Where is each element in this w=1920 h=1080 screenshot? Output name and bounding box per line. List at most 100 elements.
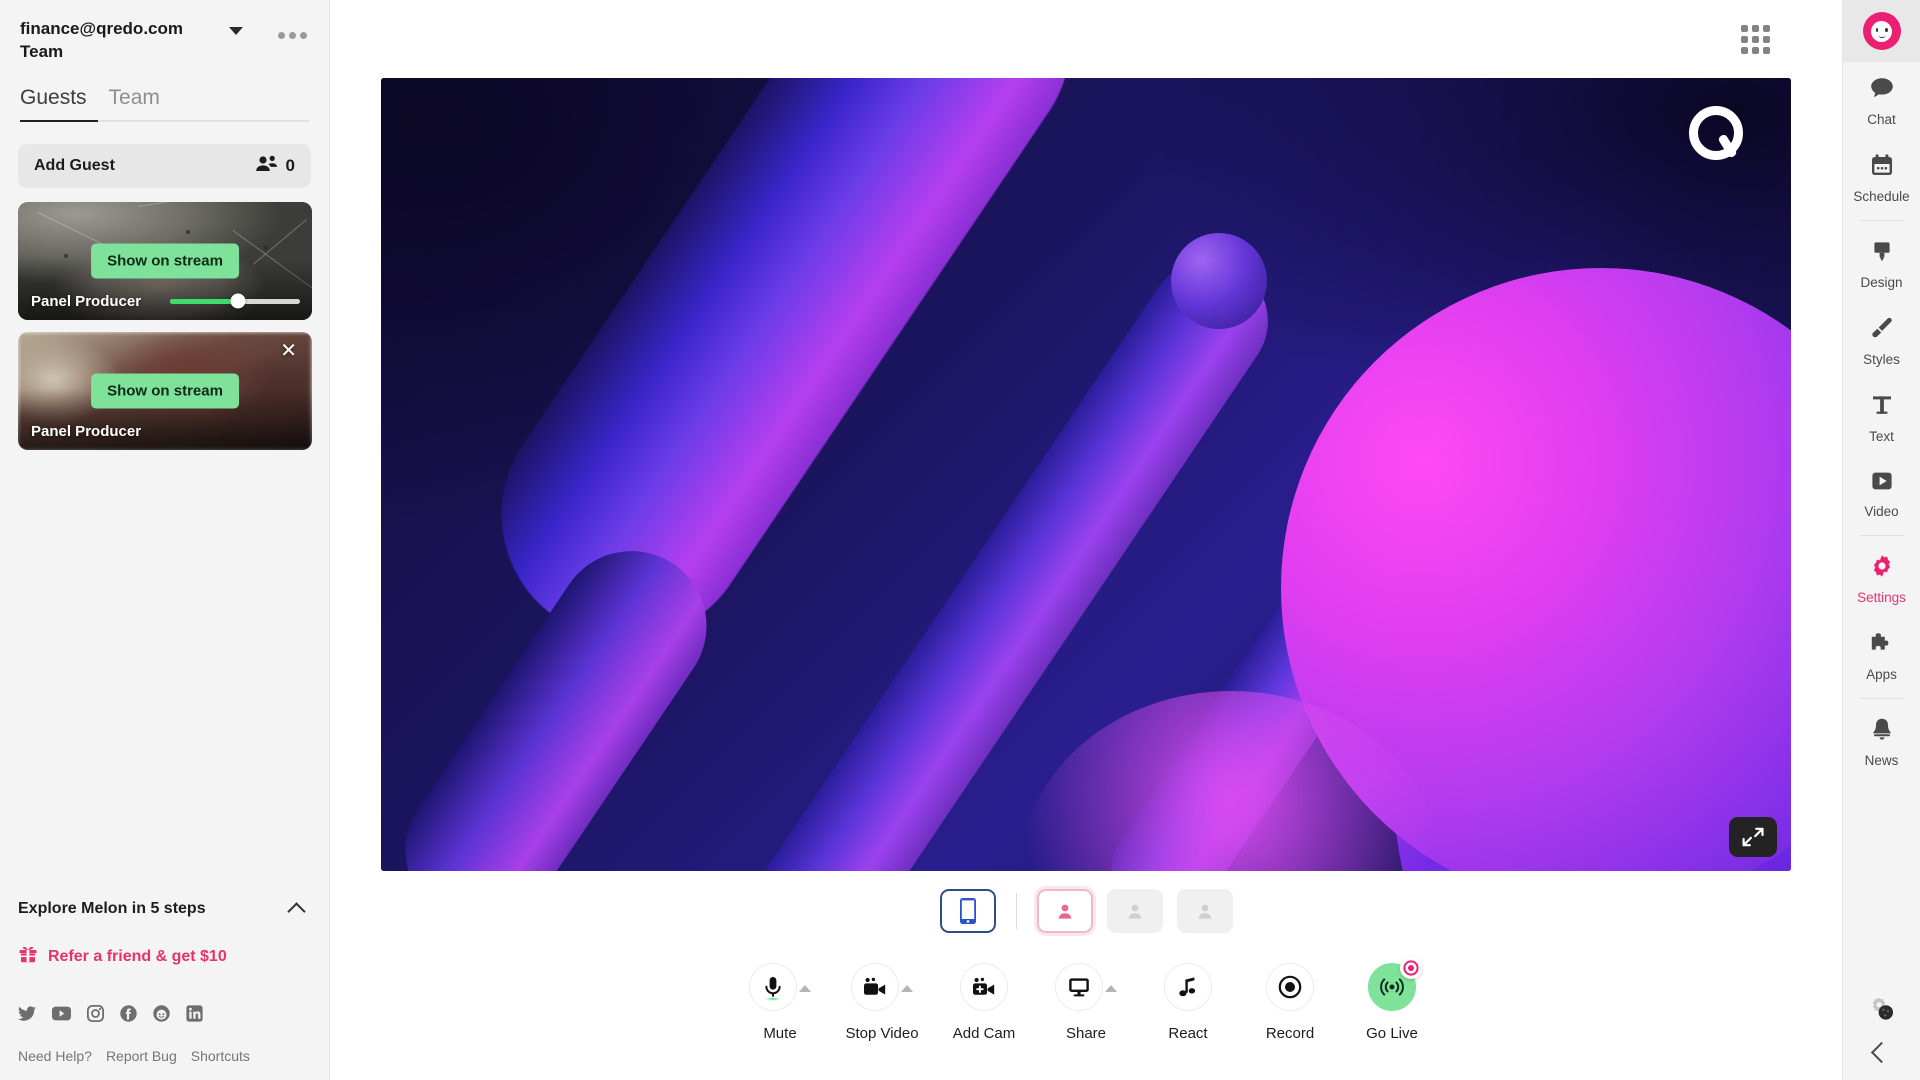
- chevron-up-icon[interactable]: [287, 902, 305, 920]
- record-circle-icon[interactable]: [1266, 963, 1314, 1011]
- paint-brush-icon: [1870, 316, 1894, 345]
- rail-item-styles[interactable]: Styles: [1843, 302, 1920, 379]
- live-target-icon[interactable]: [1400, 957, 1422, 979]
- video-play-icon: [1870, 470, 1894, 497]
- facebook-icon[interactable]: [120, 1005, 137, 1022]
- footer-links: Need Help? Report Bug Shortcuts: [18, 1048, 311, 1064]
- music-note-icon[interactable]: [1164, 963, 1212, 1011]
- chat-bubble-icon: [1869, 76, 1895, 105]
- go-live-button[interactable]: Go Live: [1344, 963, 1440, 1042]
- guest-list: Show on stream Panel Producer ✕ Show on …: [0, 188, 329, 450]
- guest-card[interactable]: ✕ Show on stream Panel Producer: [18, 332, 312, 450]
- guest-name: Panel Producer: [31, 293, 141, 310]
- rail-label: Apps: [1866, 667, 1897, 682]
- social-links: [18, 1005, 311, 1022]
- qredo-watermark-icon: [1689, 106, 1743, 160]
- rail-label: Video: [1864, 504, 1898, 519]
- share-options-caret-icon[interactable]: [1105, 985, 1117, 992]
- chevron-left-icon[interactable]: [1871, 1042, 1892, 1063]
- rail-item-video[interactable]: Video: [1843, 456, 1920, 531]
- twitter-icon[interactable]: [18, 1006, 36, 1022]
- layout-option-solo[interactable]: [1037, 889, 1093, 933]
- report-bug-link[interactable]: Report Bug: [106, 1048, 177, 1064]
- video-camera-icon[interactable]: [851, 963, 899, 1011]
- guest-count: 0: [286, 156, 295, 176]
- rail-divider: [1860, 220, 1904, 221]
- shortcuts-link[interactable]: Shortcuts: [191, 1048, 250, 1064]
- guest-name: Panel Producer: [31, 423, 141, 440]
- control-label: Go Live: [1366, 1025, 1418, 1042]
- reddit-icon[interactable]: [153, 1005, 170, 1022]
- app-root: finance@qredo.com Team Guests Team Add G…: [0, 0, 1920, 1080]
- screen-share-icon[interactable]: [1055, 963, 1103, 1011]
- react-button[interactable]: React: [1140, 963, 1236, 1042]
- tab-team[interactable]: Team: [109, 86, 160, 120]
- control-label: Stop Video: [845, 1025, 918, 1042]
- microphone-icon[interactable]: [749, 963, 797, 1011]
- stop-video-button[interactable]: Stop Video: [834, 963, 930, 1042]
- more-horizontal-icon[interactable]: [276, 26, 309, 45]
- explore-melon-label: Explore Melon in 5 steps: [18, 900, 206, 918]
- mic-options-caret-icon[interactable]: [799, 985, 811, 992]
- rail-item-chat[interactable]: Chat: [1843, 62, 1920, 139]
- record-button[interactable]: Record: [1242, 963, 1338, 1042]
- right-rail: Chat Schedule: [1842, 0, 1920, 1080]
- add-guest-button[interactable]: Add Guest 0: [18, 144, 311, 188]
- youtube-icon[interactable]: [52, 1006, 71, 1021]
- melon-logo-icon[interactable]: [1843, 0, 1920, 62]
- close-icon[interactable]: ✕: [275, 338, 302, 364]
- paint-bucket-icon: [1870, 239, 1894, 268]
- add-camera-icon[interactable]: [960, 963, 1008, 1011]
- share-button[interactable]: Share: [1038, 963, 1134, 1042]
- expand-fullscreen-icon[interactable]: [1729, 817, 1777, 857]
- text-t-icon: [1870, 393, 1894, 422]
- instagram-icon[interactable]: [87, 1005, 104, 1022]
- video-options-caret-icon[interactable]: [901, 985, 913, 992]
- rail-item-design[interactable]: Design: [1843, 225, 1920, 302]
- control-label: Record: [1266, 1025, 1314, 1042]
- show-on-stream-button[interactable]: Show on stream: [91, 243, 239, 278]
- control-label: React: [1168, 1025, 1207, 1042]
- linkedin-icon[interactable]: [186, 1005, 203, 1022]
- layout-divider: [1016, 893, 1017, 929]
- control-label: Add Cam: [953, 1025, 1016, 1042]
- layout-option-portrait[interactable]: [940, 889, 996, 933]
- add-cam-button[interactable]: Add Cam: [936, 963, 1032, 1042]
- puzzle-piece-icon: [1869, 631, 1895, 660]
- show-on-stream-button[interactable]: Show on stream: [91, 373, 239, 408]
- layout-option-two-person[interactable]: [1107, 889, 1163, 933]
- control-label: Share: [1066, 1025, 1106, 1042]
- layout-option-group[interactable]: [1177, 889, 1233, 933]
- cookie-settings-icon[interactable]: [1868, 996, 1896, 1027]
- rail-item-schedule[interactable]: Schedule: [1843, 139, 1920, 216]
- rail-divider: [1860, 535, 1904, 536]
- rail-item-news[interactable]: News: [1843, 703, 1920, 780]
- sidebar-footer: Explore Melon in 5 steps Refer a friend …: [0, 886, 329, 1080]
- control-bar: Mute Stop Video: [330, 963, 1842, 1042]
- add-people-icon: [255, 155, 277, 177]
- sidebar-tabs: Guests Team: [0, 64, 329, 120]
- stage: Mute Stop Video: [330, 0, 1842, 1080]
- gift-icon: [18, 944, 38, 969]
- rail-item-settings[interactable]: Settings: [1843, 540, 1920, 617]
- need-help-link[interactable]: Need Help?: [18, 1048, 92, 1064]
- calendar-icon: [1870, 153, 1894, 182]
- explore-melon-row[interactable]: Explore Melon in 5 steps: [18, 886, 311, 918]
- add-guest-label: Add Guest: [34, 157, 115, 175]
- account-name: finance@qredo.com Team: [20, 18, 215, 64]
- tab-guests[interactable]: Guests: [20, 86, 87, 120]
- broadcast-icon[interactable]: [1368, 963, 1416, 1011]
- stage-topbar: [330, 0, 1842, 78]
- refer-a-friend-row[interactable]: Refer a friend & get $10: [18, 944, 311, 969]
- volume-slider[interactable]: [170, 299, 300, 304]
- account-header: finance@qredo.com Team: [0, 0, 329, 64]
- control-label: Mute: [763, 1025, 796, 1042]
- guest-card[interactable]: Show on stream Panel Producer: [18, 202, 312, 320]
- rail-item-text[interactable]: Text: [1843, 379, 1920, 456]
- chevron-down-icon[interactable]: [229, 27, 243, 35]
- rail-item-apps[interactable]: Apps: [1843, 617, 1920, 694]
- mute-button[interactable]: Mute: [732, 963, 828, 1042]
- apps-grid-icon[interactable]: [1741, 25, 1770, 54]
- refer-a-friend-label: Refer a friend & get $10: [48, 948, 227, 966]
- video-preview[interactable]: [381, 78, 1791, 871]
